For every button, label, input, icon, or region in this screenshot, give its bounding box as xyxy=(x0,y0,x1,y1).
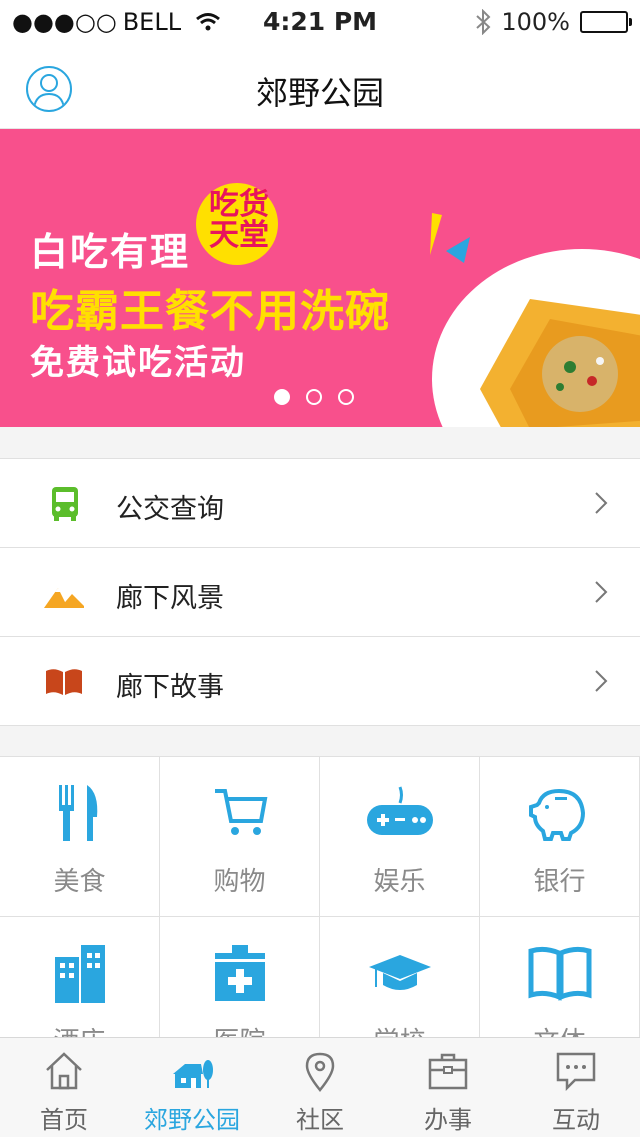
chat-bubble-icon xyxy=(556,1052,596,1092)
chevron-right-icon xyxy=(595,670,608,692)
carousel-indicator xyxy=(274,389,354,405)
book-icon xyxy=(46,669,82,695)
grid-item-entertainment[interactable]: 娱乐 xyxy=(320,757,480,917)
list-item-label: 廊下风景 xyxy=(116,583,224,614)
decor-triangles xyxy=(430,213,470,263)
building-icon xyxy=(54,945,105,1003)
carousel-dot-2[interactable] xyxy=(306,389,322,405)
list-item-stories[interactable]: 廊下故事 xyxy=(0,637,640,725)
piggy-bank-icon xyxy=(528,788,585,841)
graduation-cap-icon xyxy=(368,955,431,990)
tab-label: 办事 xyxy=(424,1106,472,1134)
list-item-scenery[interactable]: 廊下风景 xyxy=(0,548,640,637)
open-book-icon xyxy=(528,946,591,1001)
tab-country-park[interactable]: 郊野公园 xyxy=(128,1038,256,1137)
grid-item-hotel[interactable]: 酒店 xyxy=(0,917,160,1039)
carousel-dot-3[interactable] xyxy=(338,389,354,405)
briefcase-icon xyxy=(428,1053,468,1090)
grid-item-food[interactable]: 美食 xyxy=(0,757,160,917)
chevron-right-icon xyxy=(595,581,608,603)
mountain-icon xyxy=(44,588,84,608)
tab-interaction[interactable]: 互动 xyxy=(512,1038,640,1137)
tab-home[interactable]: 首页 xyxy=(0,1038,128,1137)
banner-line-2: 吃霸王餐不用洗碗 xyxy=(30,286,390,337)
tab-label: 互动 xyxy=(552,1106,600,1134)
banner-badge-text: 吃货天堂 xyxy=(209,187,269,253)
medical-kit-icon xyxy=(214,945,265,1001)
page-title: 郊野公园 xyxy=(255,74,384,112)
grid-item-bank[interactable]: 银行 xyxy=(480,757,640,917)
grid-item-label: 美食 xyxy=(53,867,106,897)
tab-label: 郊野公园 xyxy=(144,1106,240,1134)
grid-item-culture-sports[interactable]: 文体 xyxy=(480,917,640,1039)
gamepad-icon xyxy=(366,786,433,835)
bluetooth-icon xyxy=(476,9,491,35)
location-pin-icon xyxy=(305,1052,335,1092)
bus-icon xyxy=(52,487,78,521)
fork-knife-icon xyxy=(58,785,97,841)
chevron-right-icon xyxy=(595,492,608,514)
banner-badge: 吃货天堂 xyxy=(196,183,278,265)
home-icon xyxy=(46,1052,82,1090)
cart-icon xyxy=(214,789,267,835)
grid-item-hospital[interactable]: 医院 xyxy=(160,917,320,1039)
carousel-dot-1[interactable] xyxy=(274,389,290,405)
grid-item-label: 购物 xyxy=(213,867,266,897)
status-right: 100% xyxy=(475,8,632,36)
banner-line-3: 免费试吃活动 xyxy=(30,343,246,383)
grid-item-shopping[interactable]: 购物 xyxy=(160,757,320,917)
list-item-bus[interactable]: 公交查询 xyxy=(0,459,640,548)
tab-label: 社区 xyxy=(296,1106,344,1134)
list-item-label: 公交查询 xyxy=(116,494,224,525)
promo-banner[interactable]: 白吃有理 吃货天堂 吃霸王餐不用洗碗 免费试吃活动 xyxy=(0,129,640,427)
banner-line-1: 白吃有理 xyxy=(30,230,191,274)
category-grid: 美食 购物 娱乐 银行 xyxy=(0,756,640,1039)
tab-bar: 首页 郊野公园 社区 办事 互动 xyxy=(0,1037,640,1137)
tab-services[interactable]: 办事 xyxy=(384,1038,512,1137)
grid-item-label: 银行 xyxy=(533,867,586,897)
park-house-icon xyxy=(173,1060,213,1088)
grid-item-label: 娱乐 xyxy=(373,867,426,897)
nav-header: 郊野公园 xyxy=(0,44,640,129)
tab-label: 首页 xyxy=(40,1106,88,1134)
status-bar: ●●●○○ BELL 4:21 PM 100% xyxy=(0,0,640,44)
food-dish-image xyxy=(480,299,640,427)
grid-item-school[interactable]: 学校 xyxy=(320,917,480,1039)
list-item-label: 廊下故事 xyxy=(116,672,224,703)
feature-list: 公交查询 廊下风景 廊下故事 xyxy=(0,458,640,726)
battery-icon xyxy=(580,11,632,33)
battery-percent: 100% xyxy=(501,8,570,36)
tab-community[interactable]: 社区 xyxy=(256,1038,384,1137)
